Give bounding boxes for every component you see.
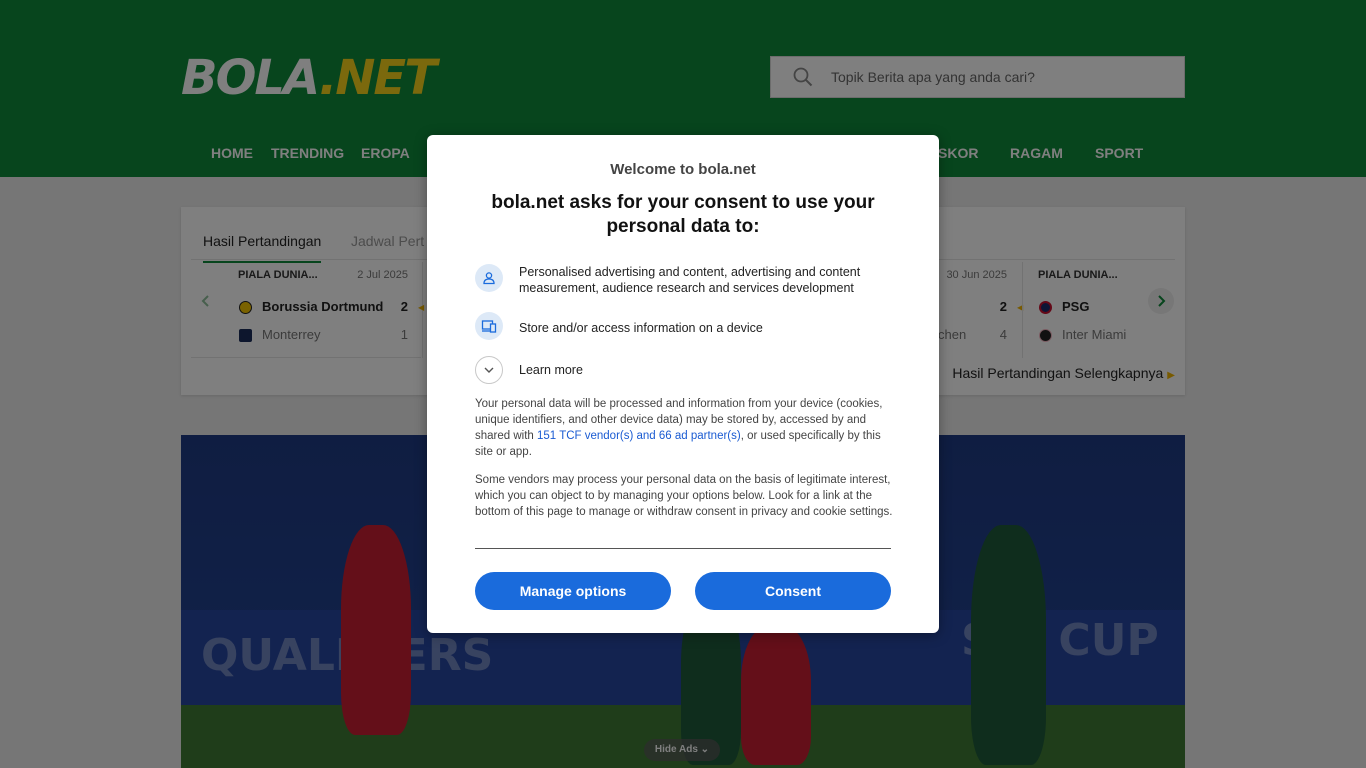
consent-button[interactable]: Consent [695,572,891,610]
consent-purpose-item: Store and/or access information on a dev… [475,312,895,342]
consent-dialog: Welcome to bola.net bola.net asks for yo… [427,135,939,633]
consent-title: bola.net asks for your consent to use yo… [491,192,875,237]
manage-options-button[interactable]: Manage options [475,572,671,610]
consent-purpose-text: Personalised advertising and content, ad… [519,265,861,295]
person-icon [475,264,503,292]
vendors-link[interactable]: 151 TCF vendor(s) and 66 ad partner(s) [537,430,741,442]
learn-more-toggle[interactable]: Learn more [475,356,895,386]
consent-paragraph-2: Some vendors may process your personal d… [475,474,893,518]
consent-purpose-item: Personalised advertising and content, ad… [475,264,895,298]
consent-paragraph-1: Your personal data will be processed and… [475,396,893,460]
consent-purpose-text: Store and/or access information on a dev… [519,321,763,335]
chevron-down-icon [475,356,503,384]
learn-more-label: Learn more [519,363,583,377]
devices-icon [475,312,503,340]
consent-welcome: Welcome to bola.net [610,161,756,178]
divider [475,548,891,549]
